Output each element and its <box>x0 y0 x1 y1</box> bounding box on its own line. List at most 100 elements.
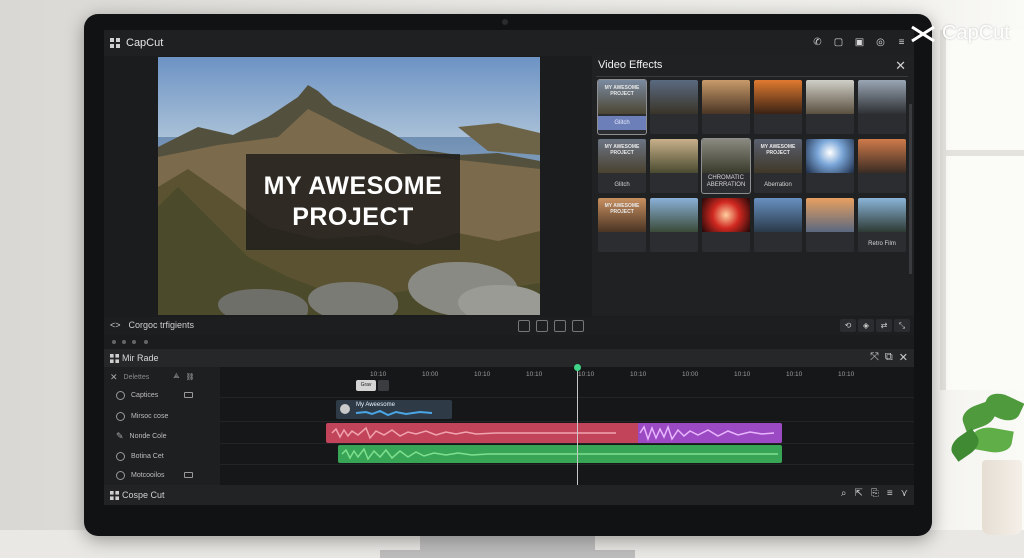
preview-rock <box>458 285 540 315</box>
effect-thumbnail[interactable] <box>754 198 802 252</box>
control-dot[interactable] <box>144 340 148 344</box>
timeline-title: Mir Rade <box>122 353 159 363</box>
time-tick: 10:10 <box>526 371 543 378</box>
effect-thumbnail[interactable] <box>806 80 854 134</box>
square-icon[interactable]: ▢ <box>832 36 845 49</box>
time-tick: 10:10 <box>370 371 387 378</box>
effect-thumbnail[interactable] <box>858 139 906 193</box>
audio-clip-green[interactable] <box>338 445 782 463</box>
effect-thumbnail[interactable]: Retro Film <box>858 198 906 252</box>
player-toolbar: <> Corgoc trfigients ⟲ ◈ ⇄ ⤡ <box>104 317 914 335</box>
mirror-icon[interactable]: ◈ <box>858 319 874 332</box>
code-icon[interactable]: <> <box>110 320 121 330</box>
audio-waveform <box>639 424 775 442</box>
preview-title-overlay[interactable]: MY AWESOME PROJECT <box>246 154 460 250</box>
effect-thumbnail[interactable] <box>754 80 802 134</box>
effects-scrollbar[interactable] <box>909 104 912 274</box>
track-divider <box>220 464 914 465</box>
effect-thumbnail[interactable] <box>702 198 750 252</box>
add-icon <box>116 390 125 400</box>
search-icon[interactable]: ⌕ <box>841 488 847 499</box>
split-icon[interactable]: ⟁ <box>173 373 179 381</box>
control-dot[interactable] <box>112 340 116 344</box>
close-icon[interactable]: ✕ <box>895 58 906 74</box>
clip-marker-icon[interactable] <box>378 380 389 391</box>
effect-thumbnail[interactable] <box>650 139 698 193</box>
titlebar-icons: ✆ ▢ ▣ ◎ ≡ <box>811 36 908 49</box>
track-label[interactable]: Motcooilos <box>116 465 194 485</box>
webcam <box>502 19 508 25</box>
clip-tag[interactable]: Grav <box>356 380 376 391</box>
effect-thumbnail[interactable]: MY AWESOME PROJECT Aberration <box>754 139 802 193</box>
effect-thumbnail[interactable] <box>650 80 698 134</box>
audio-clip-purple[interactable] <box>638 423 782 443</box>
caption-icon[interactable] <box>184 472 194 478</box>
app-grid-icon[interactable] <box>110 38 120 48</box>
text-clip[interactable]: My Aweesome <box>336 400 452 419</box>
effect-thumbnail[interactable] <box>650 198 698 252</box>
video-effects-panel: Video Effects ✕ MY AWESOME PROJECT Glitc… <box>592 54 914 316</box>
effect-thumbnail[interactable] <box>702 80 750 134</box>
expand-icon[interactable] <box>572 320 584 332</box>
grid-icon[interactable] <box>110 354 119 363</box>
effect-badge: Glitch <box>598 116 646 130</box>
share-icon[interactable]: ⎘ <box>871 488 879 499</box>
shrink-icon[interactable]: ⤧ <box>870 351 879 364</box>
bottom-title: Cospe Cut <box>122 490 165 500</box>
watermark-text: CapCut <box>942 22 1010 44</box>
loop-icon[interactable]: ⟲ <box>840 319 856 332</box>
menu-icon[interactable]: ≡ <box>887 488 893 499</box>
effects-header: Video Effects <box>592 54 914 76</box>
effect-label: CHROMATIC ABERRATION <box>706 175 746 188</box>
player-label: Corgoc trfigients <box>128 320 195 330</box>
grid-icon[interactable] <box>110 491 119 500</box>
link-icon[interactable]: ⛓ <box>185 373 194 381</box>
settings-icon[interactable]: ◎ <box>874 36 887 49</box>
effect-thumbnail[interactable]: MY AWESOME PROJECT <box>598 198 646 252</box>
track-headers: ✕ Delettes ⟁ ⛓ Captices Mirsoc cose ✎ No… <box>104 367 220 485</box>
effect-label: Aberration <box>764 182 792 188</box>
player-view-controls <box>518 320 584 332</box>
resize-icon[interactable]: ⤡ <box>894 319 910 332</box>
add-icon <box>116 470 125 480</box>
effect-thumbnail[interactable]: MY AWESOME PROJECT Glitch <box>598 139 646 193</box>
effect-thumbnail[interactable] <box>806 139 854 193</box>
effect-thumbnail[interactable] <box>858 80 906 134</box>
phone-icon[interactable]: ✆ <box>811 36 824 49</box>
cut-icon[interactable]: ✕ <box>110 372 118 383</box>
close-icon[interactable]: ✕ <box>899 351 908 364</box>
effect-label: Retro Film <box>868 241 896 247</box>
capcut-watermark: CapCut <box>910 22 1010 45</box>
menu-icon[interactable]: ≡ <box>895 36 908 49</box>
effect-thumbnail[interactable] <box>806 198 854 252</box>
clip-waveform <box>355 409 433 417</box>
crop-icon[interactable] <box>536 320 548 332</box>
effect-thumbnail[interactable]: CHROMATIC ABERRATION <box>702 139 750 193</box>
capcut-window: CapCut ✆ ▢ ▣ ◎ ≡ MY AWESOME PROJECT Vide… <box>104 30 914 505</box>
video-preview[interactable]: MY AWESOME PROJECT <box>158 57 540 315</box>
track-label[interactable]: Botina Cet <box>116 446 164 466</box>
time-tick: 10:10 <box>734 371 751 378</box>
track-label[interactable]: ✎ Nonde Cole <box>116 426 167 446</box>
track-label[interactable]: Mirsoc cose <box>116 406 168 426</box>
fullscreen-icon[interactable] <box>518 320 530 332</box>
playhead[interactable] <box>577 367 578 485</box>
caption-icon[interactable] <box>184 392 194 398</box>
collapse-icon[interactable]: ⋎ <box>901 488 908 499</box>
save-icon[interactable]: ▣ <box>853 36 866 49</box>
external-icon[interactable]: ⧉ <box>885 351 893 364</box>
control-dot[interactable] <box>122 340 126 344</box>
effects-title: Video Effects <box>598 59 663 71</box>
swap-icon[interactable]: ⇄ <box>876 319 892 332</box>
track-label[interactable]: Captices <box>116 385 194 405</box>
ratio-icon[interactable] <box>554 320 566 332</box>
playhead-handle[interactable] <box>574 364 581 371</box>
monitor-stand-base <box>380 550 635 558</box>
time-tick: 10:10 <box>838 371 855 378</box>
control-dot[interactable] <box>132 340 136 344</box>
timeline-tracks[interactable]: 10:10 10:00 10:10 10:10 10:10 10:10 10:0… <box>220 364 914 485</box>
effect-thumbnail[interactable]: MY AWESOME PROJECT Glitch <box>598 80 646 134</box>
audio-icon <box>116 451 125 461</box>
time-tick: 10:10 <box>578 371 595 378</box>
export-icon[interactable]: ⇱ <box>854 488 862 499</box>
